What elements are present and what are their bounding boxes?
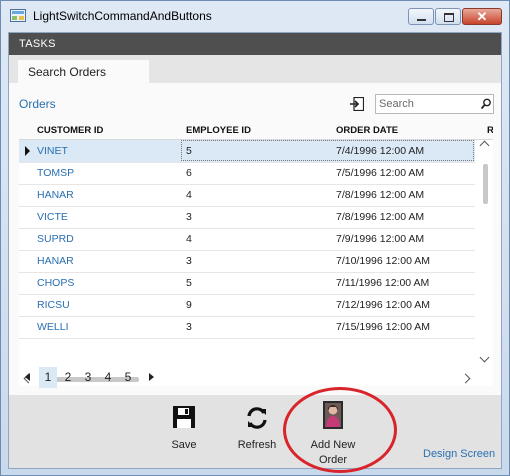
cell-order-date: 7/5/1996 12:00 AM — [336, 167, 425, 179]
vertical-scrollbar[interactable] — [478, 140, 492, 370]
cell-order-date: 7/12/1996 12:00 AM — [336, 299, 430, 311]
scroll-down-icon[interactable] — [479, 352, 490, 363]
current-row-indicator-icon — [25, 146, 30, 156]
column-header-customer-id[interactable]: CUSTOMER ID — [37, 125, 103, 136]
cell-employee-id: 3 — [186, 321, 192, 333]
page-button-5[interactable]: 5 — [119, 367, 137, 388]
refresh-label: Refresh — [237, 439, 277, 451]
cell-customer-id[interactable]: CHOPS — [37, 277, 74, 289]
refresh-button[interactable]: Refresh — [232, 395, 282, 468]
column-header-order-date[interactable]: ORDER DATE — [336, 125, 398, 136]
orders-title: Orders — [19, 97, 56, 111]
orders-grid: CUSTOMER ID EMPLOYEE ID ORDER DATE R VIN… — [19, 122, 493, 386]
cell-customer-id[interactable]: TOMSP — [37, 167, 74, 179]
window-title: LightSwitchCommandAndButtons — [33, 9, 212, 23]
cell-customer-id[interactable]: HANAR — [37, 255, 74, 267]
table-row[interactable]: HANAR 4 7/8/1996 12:00 AM — [19, 184, 475, 207]
page-button-3[interactable]: 3 — [79, 367, 97, 388]
cell-customer-id[interactable]: VINET — [37, 145, 68, 157]
cell-order-date: 7/11/1996 12:00 AM — [336, 277, 430, 289]
scroll-right-icon[interactable] — [460, 373, 471, 384]
cell-focus-box — [181, 140, 474, 161]
command-bar: Save Refresh Add New Order Design Screen — [9, 395, 501, 468]
page-button-2[interactable]: 2 — [59, 367, 77, 388]
grid-header: CUSTOMER ID EMPLOYEE ID ORDER DATE R — [19, 122, 493, 140]
table-row[interactable]: WELLI 3 7/15/1996 12:00 AM — [19, 316, 475, 339]
design-screen-link[interactable]: Design Screen — [423, 448, 495, 460]
save-icon — [173, 406, 195, 428]
cell-customer-id[interactable]: HANAR — [37, 189, 74, 201]
vertical-scroll-thumb[interactable] — [483, 164, 488, 204]
cell-employee-id: 3 — [186, 255, 192, 267]
column-header-employee-id[interactable]: EMPLOYEE ID — [186, 125, 251, 136]
page-button-1[interactable]: 1 — [39, 367, 57, 388]
save-button[interactable]: Save — [161, 395, 207, 468]
table-row[interactable]: TOMSP 6 7/5/1996 12:00 AM — [19, 162, 475, 185]
cell-employee-id: 5 — [186, 277, 192, 289]
previous-page-icon[interactable] — [25, 373, 30, 381]
cell-employee-id: 4 — [186, 233, 192, 245]
search-input[interactable] — [379, 97, 475, 111]
app-icon — [10, 9, 26, 22]
minimize-button[interactable] — [408, 8, 434, 25]
cell-customer-id[interactable]: SUPRD — [37, 233, 74, 245]
screen-content: Orders CUSTOMER ID EMPLOYEE ID ORDER DAT… — [9, 83, 501, 395]
table-row[interactable]: HANAR 3 7/10/1996 12:00 AM — [19, 250, 475, 273]
cell-customer-id[interactable]: WELLI — [37, 321, 69, 333]
client-area: TASKS Search Orders Orders Search CUSTOM… — [8, 32, 502, 469]
close-icon: ✕ — [476, 9, 488, 24]
highlight-circle — [283, 387, 397, 473]
tasks-label[interactable]: TASKS — [19, 38, 56, 50]
cell-employee-id: 9 — [186, 299, 192, 311]
cell-order-date: 7/10/1996 12:00 AM — [336, 255, 430, 267]
cell-customer-id[interactable]: RICSU — [37, 299, 70, 311]
minimize-icon — [417, 19, 426, 21]
tasks-bar: TASKS — [9, 33, 501, 55]
cell-order-date: 7/15/1996 12:00 AM — [336, 321, 430, 333]
app-window: LightSwitchCommandAndButtons ✕ TASKS Sea… — [0, 0, 510, 476]
cell-employee-id: 4 — [186, 189, 192, 201]
cell-order-date: 7/9/1996 12:00 AM — [336, 233, 425, 245]
table-row[interactable]: CHOPS 5 7/11/1996 12:00 AM — [19, 272, 475, 295]
cell-customer-id[interactable]: VICTE — [37, 211, 68, 223]
scroll-up-icon[interactable] — [479, 140, 490, 151]
export-icon[interactable] — [350, 97, 364, 111]
maximize-icon — [444, 13, 454, 22]
tab-search-orders[interactable]: Search Orders — [18, 60, 149, 84]
search-box — [375, 94, 494, 114]
cell-order-date: 7/8/1996 12:00 AM — [336, 211, 425, 223]
column-header-required-date[interactable]: R — [487, 125, 493, 136]
tab-strip: Search Orders — [9, 55, 501, 84]
table-row[interactable]: VINET 5 7/4/1996 12:00 AM — [19, 140, 475, 163]
refresh-icon — [247, 407, 267, 429]
close-button[interactable]: ✕ — [462, 8, 502, 25]
pager: 1 2 3 4 5 — [19, 367, 219, 389]
table-row[interactable]: VICTE 3 7/8/1996 12:00 AM — [19, 206, 475, 229]
maximize-button[interactable] — [435, 8, 461, 25]
search-icon[interactable] — [480, 98, 492, 110]
tab-label: Search Orders — [28, 65, 107, 79]
table-row[interactable]: SUPRD 4 7/9/1996 12:00 AM — [19, 228, 475, 251]
cell-employee-id: 3 — [186, 211, 192, 223]
cell-order-date: 7/8/1996 12:00 AM — [336, 189, 425, 201]
next-page-icon[interactable] — [149, 373, 154, 381]
save-label: Save — [171, 439, 197, 451]
table-row[interactable]: RICSU 9 7/12/1996 12:00 AM — [19, 294, 475, 317]
page-button-4[interactable]: 4 — [99, 367, 117, 388]
title-bar[interactable]: LightSwitchCommandAndButtons ✕ — [1, 1, 509, 31]
cell-employee-id: 6 — [186, 167, 192, 179]
